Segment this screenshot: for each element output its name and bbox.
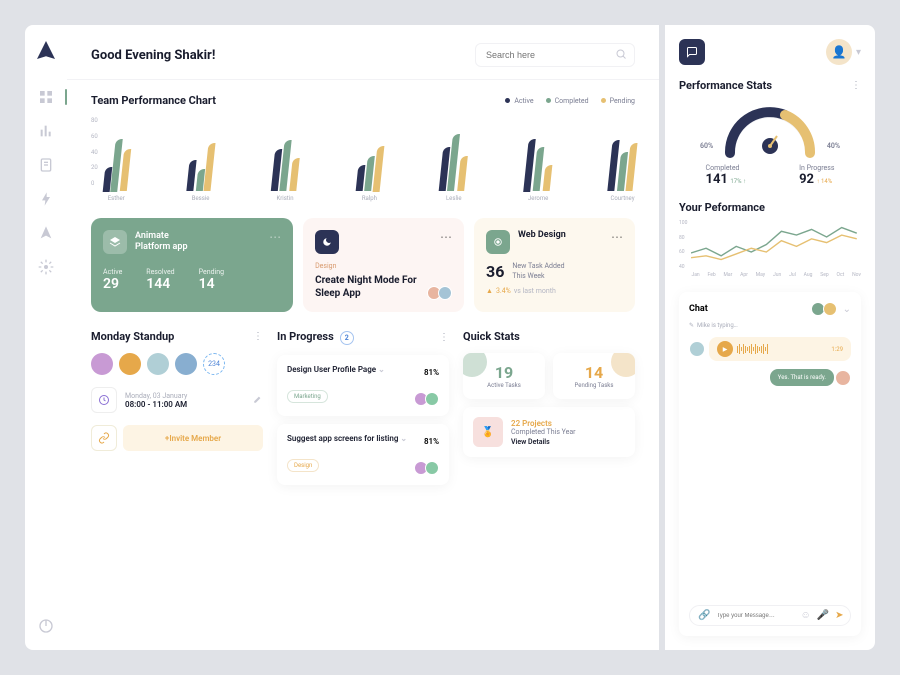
- emoji-icon[interactable]: ☺: [800, 610, 810, 621]
- avatar[interactable]: [119, 353, 141, 375]
- messages-button[interactable]: [679, 39, 705, 65]
- card-webdesign[interactable]: Web Design ⋯ 36 New Task AddedThis Week …: [474, 218, 635, 312]
- chat-input[interactable]: [716, 613, 794, 619]
- chat-panel: Chat ⌄ ✎Mike is typing… ▶ 1:29 Yes. That…: [679, 292, 861, 636]
- card-menu[interactable]: ⋯: [611, 230, 623, 244]
- search-box: [475, 43, 635, 67]
- chart-legend: Active Completed Pending: [505, 97, 635, 105]
- search-input[interactable]: [475, 43, 635, 67]
- attach-icon[interactable]: 🔗: [698, 610, 710, 621]
- waveform: [737, 343, 827, 355]
- clock-icon: [91, 387, 117, 413]
- avatar[interactable]: [175, 353, 197, 375]
- task-card[interactable]: Suggest app screens for listing ⌄81%Desi…: [277, 424, 449, 485]
- more-icon[interactable]: ⋮: [851, 80, 861, 91]
- voice-message[interactable]: ▶ 1:29: [709, 337, 851, 361]
- line-chart: [691, 220, 861, 267]
- edit-icon[interactable]: [253, 394, 263, 407]
- user-avatar[interactable]: 👤: [826, 39, 852, 65]
- chevron-down-icon[interactable]: ▾: [856, 47, 861, 58]
- nav-power[interactable]: [38, 618, 54, 634]
- moon-icon: [315, 230, 339, 254]
- card-menu[interactable]: ⋯: [440, 230, 452, 244]
- avatar-more[interactable]: 234: [203, 353, 225, 375]
- avatar: [835, 370, 851, 386]
- chart-title: Team Performance Chart: [91, 94, 216, 107]
- search-icon: [615, 48, 627, 63]
- sidebar: [25, 25, 67, 650]
- send-button[interactable]: ➤: [835, 610, 843, 621]
- progress-section: In Progress2⋮ Design User Profile Page ⌄…: [277, 330, 449, 493]
- more-icon[interactable]: ⋮: [439, 332, 449, 343]
- layers-icon: [103, 230, 127, 254]
- nav-notify[interactable]: [38, 225, 54, 241]
- nav-analytics[interactable]: [38, 123, 54, 139]
- pending-tasks-card[interactable]: 14Pending Tasks: [553, 353, 635, 399]
- projects-card[interactable]: 🏅 22 ProjectsCompleted This YearView Det…: [463, 407, 635, 457]
- avatar[interactable]: [91, 353, 113, 375]
- card-animate[interactable]: AnimatePlatform app ⋯ Active29 Resolved1…: [91, 218, 293, 312]
- mic-icon[interactable]: 🎤: [817, 610, 829, 621]
- play-button[interactable]: ▶: [717, 341, 733, 357]
- assignees: [427, 286, 452, 300]
- nav-settings[interactable]: [38, 259, 54, 275]
- trophy-icon: 🏅: [473, 417, 503, 447]
- more-icon[interactable]: ⋮: [253, 331, 263, 342]
- chat-input-box: 🔗 ☺ 🎤 ➤: [689, 605, 851, 626]
- nav-docs[interactable]: [38, 157, 54, 173]
- card-menu[interactable]: ⋯: [269, 230, 281, 244]
- greeting: Good Evening Shakir!: [91, 48, 215, 63]
- chart-yaxis: 806040200: [91, 117, 98, 187]
- team-performance-chart: Team Performance Chart Active Completed …: [91, 94, 635, 202]
- nav-activity[interactable]: [38, 191, 54, 207]
- invite-button[interactable]: + Invite Member: [123, 425, 263, 451]
- main-panel: Good Evening Shakir! Team Performance Ch…: [67, 25, 659, 650]
- quickstats-section: Quick Stats 19Active Tasks 14Pending Tas…: [463, 330, 635, 493]
- avatar: [689, 341, 705, 357]
- right-panel: 👤 ▾ Performance Stats⋮ 60%40% Completed1…: [665, 25, 875, 650]
- standup-section: Monday Standup⋮ 234 Monday, 03 January08…: [91, 330, 263, 493]
- disc-icon: [486, 230, 510, 254]
- link-icon[interactable]: [91, 425, 117, 451]
- text-message: Yes. That is ready.: [770, 369, 834, 386]
- chart-bars: EstherBessieKristinRalphLeslieJeromeCour…: [104, 117, 635, 202]
- app-logo: [37, 41, 55, 59]
- card-design[interactable]: ⋯ Design Create Night Mode For Sleep App: [303, 218, 464, 312]
- task-card[interactable]: Design User Profile Page ⌄81%Marketing: [277, 355, 449, 416]
- avatar[interactable]: [147, 353, 169, 375]
- chevron-down-icon[interactable]: ⌄: [843, 304, 851, 315]
- active-tasks-card[interactable]: 19Active Tasks: [463, 353, 545, 399]
- nav-dashboard[interactable]: [38, 89, 54, 105]
